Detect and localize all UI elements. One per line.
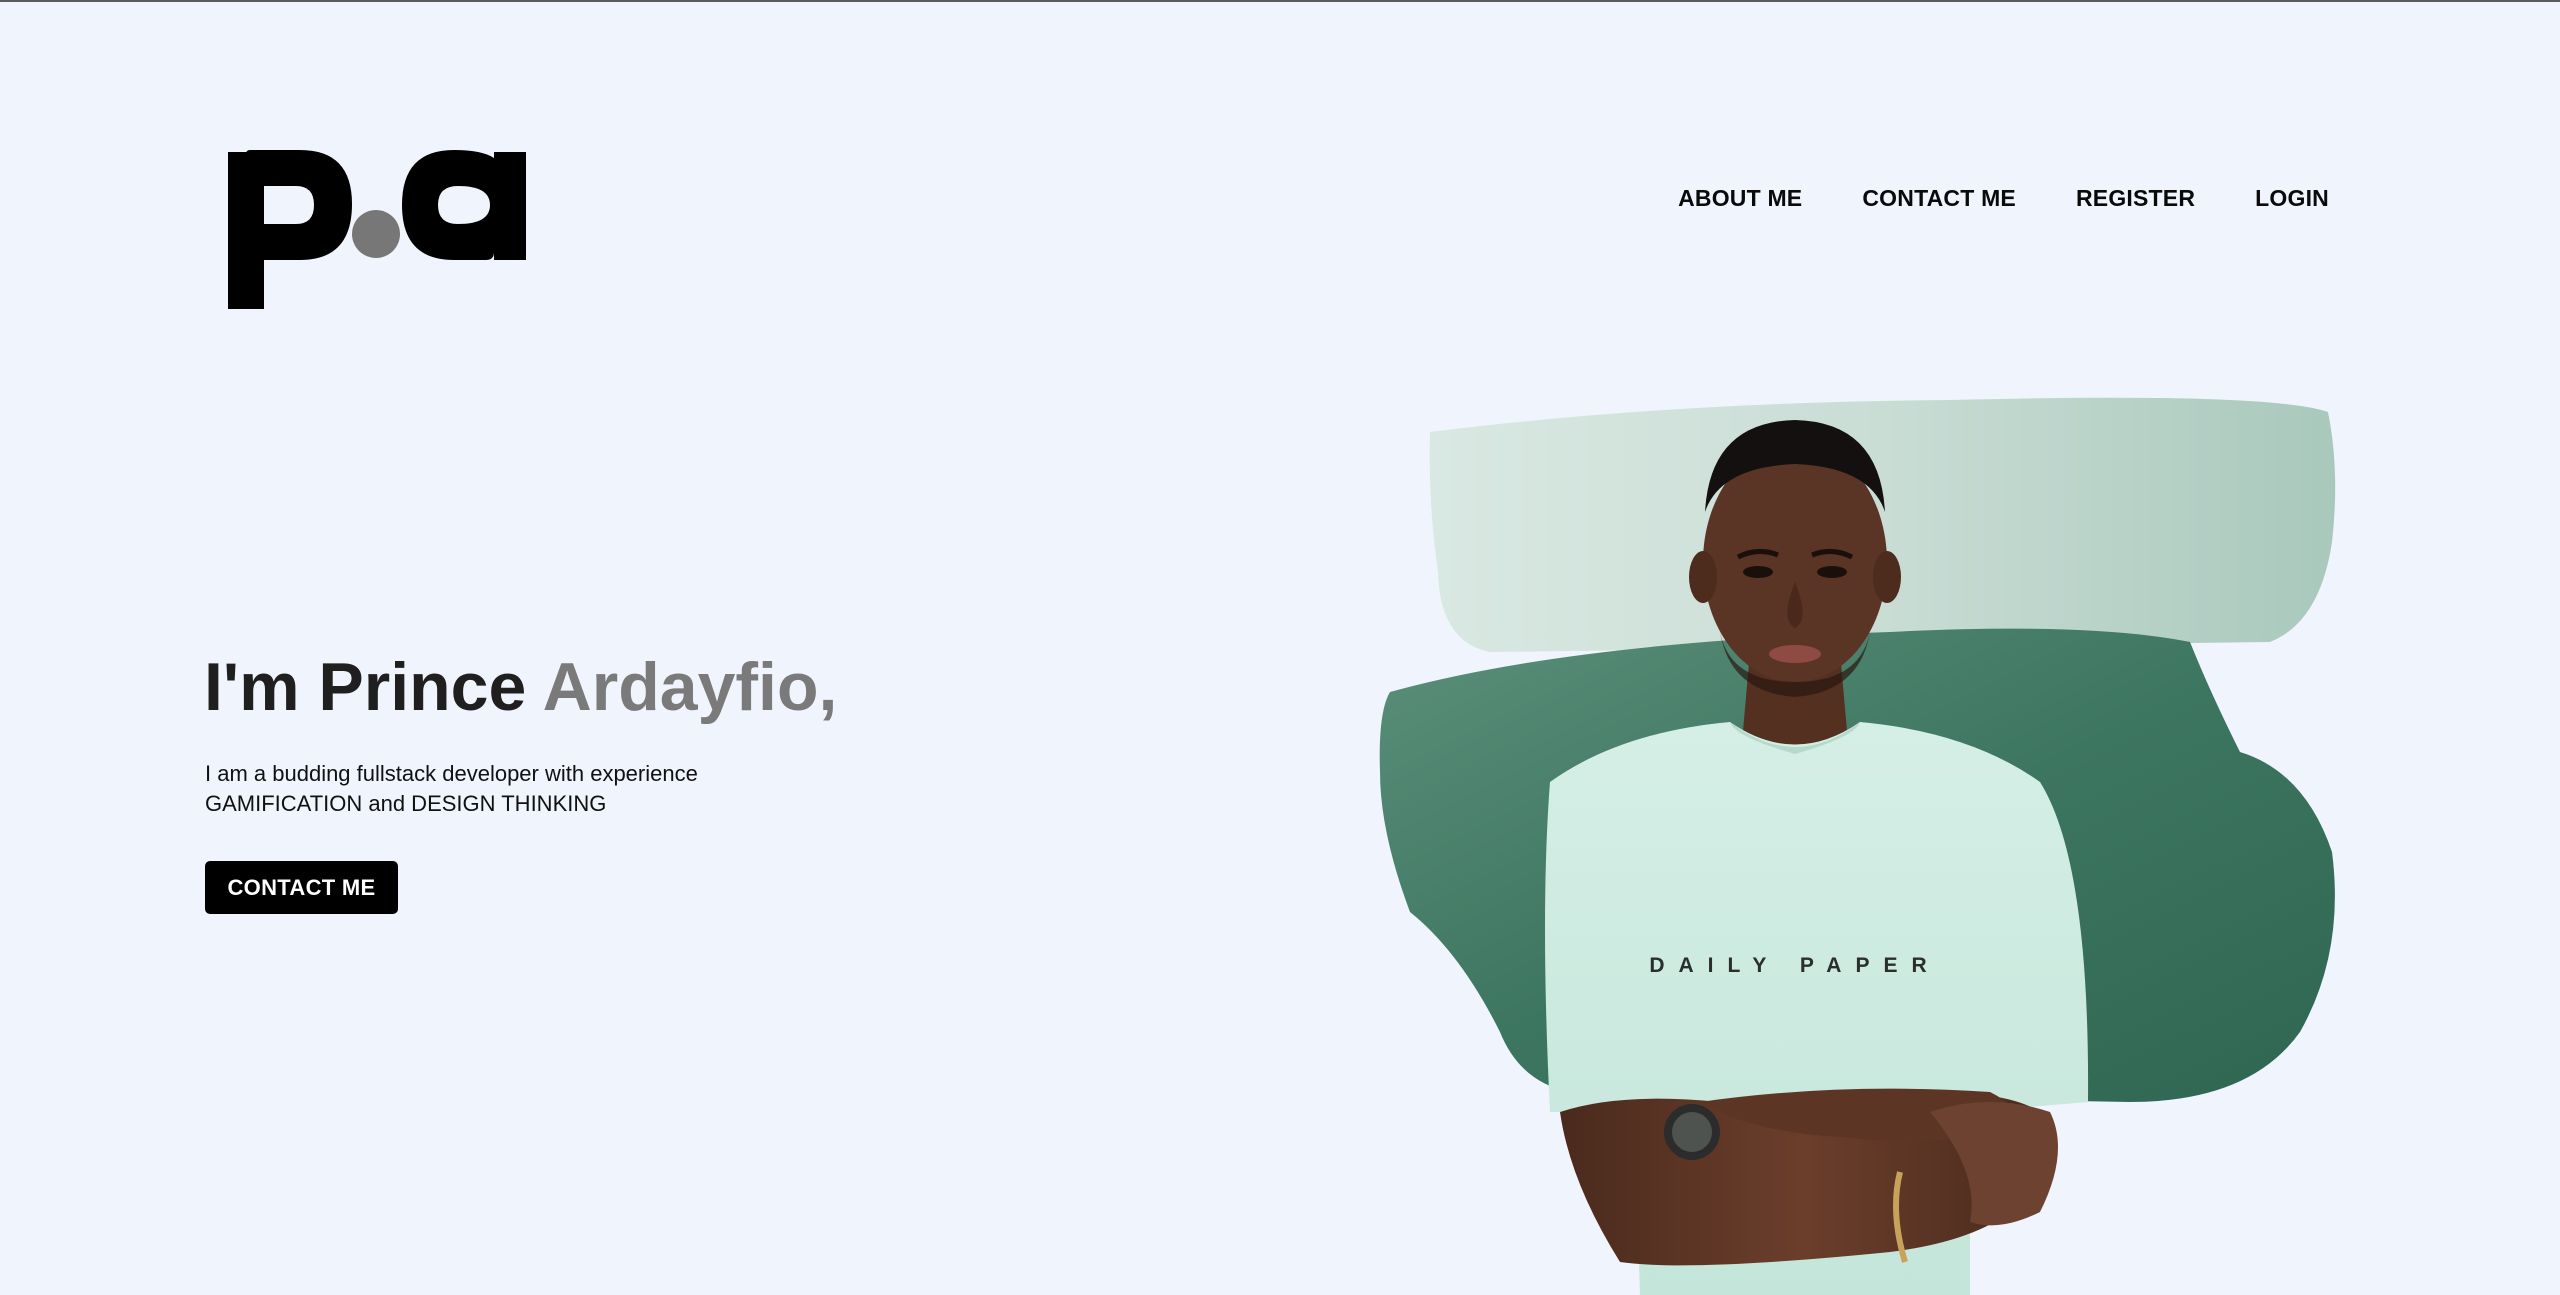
portrait-image: DAILY PAPER — [1379, 397, 2336, 1295]
lips — [1769, 645, 1821, 663]
left-eye — [1743, 566, 1773, 578]
nav-contact-me[interactable]: CONTACT ME — [1862, 185, 2016, 212]
nav-login[interactable]: LOGIN — [2255, 185, 2329, 212]
landing-page: ABOUT ME CONTACT ME REGISTER LOGIN I'm P… — [0, 0, 2560, 1295]
hero-description-line2: GAMIFICATION and DESIGN THINKING — [205, 791, 607, 816]
site-logo[interactable] — [224, 142, 534, 312]
left-ear — [1689, 551, 1717, 603]
watch-face — [1672, 1112, 1712, 1152]
logo-p-bowl — [246, 150, 352, 260]
hero-title-accent: Ardayfio, — [542, 649, 838, 725]
right-ear — [1873, 551, 1901, 603]
nav-register[interactable]: REGISTER — [2076, 185, 2195, 212]
logo-dot — [352, 210, 400, 258]
hero-title: I'm Prince Ardayfio, — [204, 650, 837, 725]
nav-about-me[interactable]: ABOUT ME — [1678, 185, 1802, 212]
shirt-text: DAILY PAPER — [1649, 954, 1940, 977]
logo-a — [402, 150, 526, 260]
hero-description: I am a budding fullstack developer with … — [205, 759, 698, 819]
hero-title-main: I'm Prince — [204, 649, 543, 725]
contact-me-button[interactable]: CONTACT ME — [205, 861, 398, 914]
hero-description-line1: I am a budding fullstack developer with … — [205, 761, 698, 786]
right-eye — [1817, 566, 1847, 578]
main-nav: ABOUT ME CONTACT ME REGISTER LOGIN — [1678, 185, 2329, 212]
